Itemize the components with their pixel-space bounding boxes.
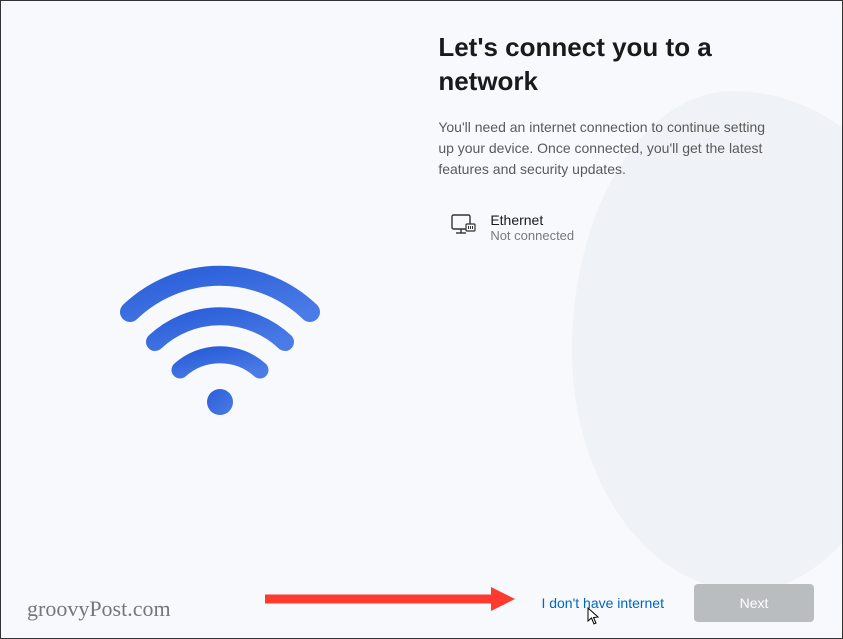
watermark-text: groovyPost.com — [27, 596, 171, 622]
illustration-panel — [1, 1, 438, 638]
network-name: Ethernet — [490, 212, 574, 228]
network-option-ethernet[interactable]: Ethernet Not connected — [450, 208, 802, 247]
network-details: Ethernet Not connected — [490, 212, 574, 243]
network-status: Not connected — [490, 228, 574, 243]
page-title: Let's connect you to a network — [438, 31, 778, 99]
next-button[interactable]: Next — [694, 584, 814, 622]
no-internet-link[interactable]: I don't have internet — [531, 589, 674, 617]
page-description: You'll need an internet connection to co… — [438, 117, 778, 180]
wifi-icon — [110, 252, 330, 427]
content-panel: Let's connect you to a network You'll ne… — [438, 1, 842, 638]
ethernet-icon — [450, 212, 476, 243]
